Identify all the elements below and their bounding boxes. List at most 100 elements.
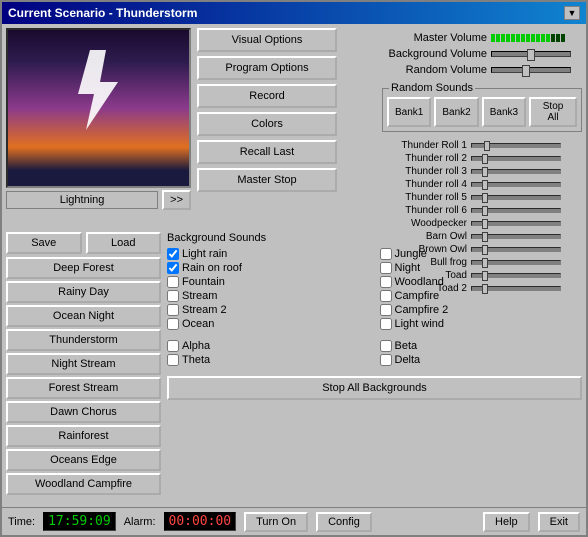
turn-on-button[interactable]: Turn On <box>244 512 308 532</box>
sound-slider-6[interactable] <box>471 221 561 226</box>
config-button[interactable]: Config <box>316 512 372 532</box>
title-bar: Current Scenario - Thunderstorm ▼ <box>2 2 586 24</box>
sound-label: Thunder roll 2 <box>382 153 467 164</box>
sound-slider-1[interactable] <box>471 156 561 161</box>
save-button[interactable]: Save <box>6 232 82 254</box>
master-stop-button[interactable]: Master Stop <box>197 168 337 192</box>
bg-sound-checkbox[interactable] <box>380 318 392 330</box>
time-label: Time: <box>8 516 35 528</box>
random-volume-slider[interactable] <box>491 67 571 73</box>
sound-slider-10[interactable] <box>471 273 561 278</box>
greek-sound-checkbox[interactable] <box>167 354 179 366</box>
bank3-button[interactable]: Bank3 <box>482 97 526 127</box>
program-options-button[interactable]: Program Options <box>197 56 337 80</box>
bg-sound-item: Light wind <box>380 318 583 330</box>
bg-sound-checkbox[interactable] <box>380 290 392 302</box>
bg-sound-item: Fountain <box>167 276 370 288</box>
greek-sound-checkbox[interactable] <box>380 354 392 366</box>
bg-sound-checkbox[interactable] <box>167 248 179 260</box>
master-volume-label: Master Volume <box>382 32 487 44</box>
bg-sound-checkbox[interactable] <box>380 304 392 316</box>
sound-label: Thunder roll 5 <box>382 192 467 203</box>
bg-sound-checkbox[interactable] <box>380 248 392 260</box>
visual-options-button[interactable]: Visual Options <box>197 28 337 52</box>
sound-slider-9[interactable] <box>471 260 561 265</box>
bg-sound-label: Light rain <box>182 248 227 260</box>
greek-sound-checkbox[interactable] <box>380 340 392 352</box>
scenario-button-oceans-edge[interactable]: Oceans Edge <box>6 449 161 471</box>
sound-slider-3[interactable] <box>471 182 561 187</box>
stop-all-random-button[interactable]: Stop All <box>529 97 577 127</box>
greek-grid: AlphaBetaThetaDelta <box>167 340 582 366</box>
greek-sound-item: Alpha <box>167 340 370 352</box>
scenario-button-forest-stream[interactable]: Forest Stream <box>6 377 161 399</box>
sound-label: Thunder Roll 1 <box>382 140 467 151</box>
scenario-button-dawn-chorus[interactable]: Dawn Chorus <box>6 401 161 423</box>
sound-slider-8[interactable] <box>471 247 561 252</box>
bg-sound-checkbox[interactable] <box>380 262 392 274</box>
bg-sound-label: Stream 2 <box>182 304 227 316</box>
colors-button[interactable]: Colors <box>197 112 337 136</box>
random-sounds-section: Random Sounds Bank1 Bank2 Bank3 Stop All <box>382 88 582 132</box>
bg-sound-label: Night <box>395 262 421 274</box>
random-volume-label: Random Volume <box>382 64 487 76</box>
sound-slider-2[interactable] <box>471 169 561 174</box>
greek-sound-label: Theta <box>182 354 210 366</box>
sound-label: Woodpecker <box>382 218 467 229</box>
bg-sound-label: Campfire <box>395 290 440 302</box>
sound-slider-5[interactable] <box>471 208 561 213</box>
sound-row: Thunder roll 6 <box>382 205 582 216</box>
sound-row: Thunder Roll 1 <box>382 140 582 151</box>
bank2-button[interactable]: Bank2 <box>434 97 478 127</box>
record-button[interactable]: Record <box>197 84 337 108</box>
bg-sound-checkbox[interactable] <box>167 304 179 316</box>
preview-image <box>6 28 191 188</box>
scenario-button-thunderstorm[interactable]: Thunderstorm <box>6 329 161 351</box>
bg-sound-checkbox[interactable] <box>167 276 179 288</box>
sound-slider-4[interactable] <box>471 195 561 200</box>
scenario-button-woodland-campfire[interactable]: Woodland Campfire <box>6 473 161 495</box>
stop-all-backgrounds-button[interactable]: Stop All Backgrounds <box>167 376 582 400</box>
help-button[interactable]: Help <box>483 512 530 532</box>
scenario-button-deep-forest[interactable]: Deep Forest <box>6 257 161 279</box>
scenario-button-ocean-night[interactable]: Ocean Night <box>6 305 161 327</box>
sound-slider-11[interactable] <box>471 286 561 291</box>
recall-last-button[interactable]: Recall Last <box>197 140 337 164</box>
greek-sound-item: Delta <box>380 354 583 366</box>
sound-slider-0[interactable] <box>471 143 561 148</box>
main-window: Current Scenario - Thunderstorm ▼ Lightn… <box>0 0 588 537</box>
load-button[interactable]: Load <box>86 232 162 254</box>
exit-button[interactable]: Exit <box>538 512 580 532</box>
bg-sound-checkbox[interactable] <box>167 290 179 302</box>
alarm-label: Alarm: <box>124 516 156 528</box>
background-volume-slider[interactable] <box>491 51 571 57</box>
bank1-button[interactable]: Bank1 <box>387 97 431 127</box>
bg-sound-item: Stream 2 <box>167 304 370 316</box>
main-content: Lightning >> Visual Options Program Opti… <box>2 24 586 507</box>
volume-section: Master Volume Background Volume <box>382 32 582 76</box>
preview-label: Lightning <box>6 191 158 209</box>
save-load-row: Save Load <box>6 232 161 254</box>
greek-sound-item: Theta <box>167 354 370 366</box>
lightning-icon <box>78 50 118 130</box>
bg-sound-checkbox[interactable] <box>167 318 179 330</box>
scenario-button-night-stream[interactable]: Night Stream <box>6 353 161 375</box>
preview-area: Lightning >> <box>6 28 191 228</box>
next-scenario-button[interactable]: >> <box>162 190 191 210</box>
bg-sound-checkbox[interactable] <box>380 276 392 288</box>
minimize-button[interactable]: ▼ <box>564 6 580 20</box>
alarm-display: 00:00:00 <box>164 512 237 531</box>
scenario-button-rainforest[interactable]: Rainforest <box>6 425 161 447</box>
greek-sound-checkbox[interactable] <box>167 340 179 352</box>
sound-row: Woodpecker <box>382 218 582 229</box>
master-volume-slider[interactable] <box>491 34 565 42</box>
random-volume-row: Random Volume <box>382 64 582 76</box>
background-volume-row: Background Volume <box>382 48 582 60</box>
bg-sound-label: Light wind <box>395 318 445 330</box>
bg-sound-checkbox[interactable] <box>167 262 179 274</box>
sound-slider-7[interactable] <box>471 234 561 239</box>
scenario-button-rainy-day[interactable]: Rainy Day <box>6 281 161 303</box>
bg-sound-label: Campfire 2 <box>395 304 449 316</box>
bg-sound-label: Rain on roof <box>182 262 242 274</box>
bank-buttons: Bank1 Bank2 Bank3 Stop All <box>387 97 577 127</box>
